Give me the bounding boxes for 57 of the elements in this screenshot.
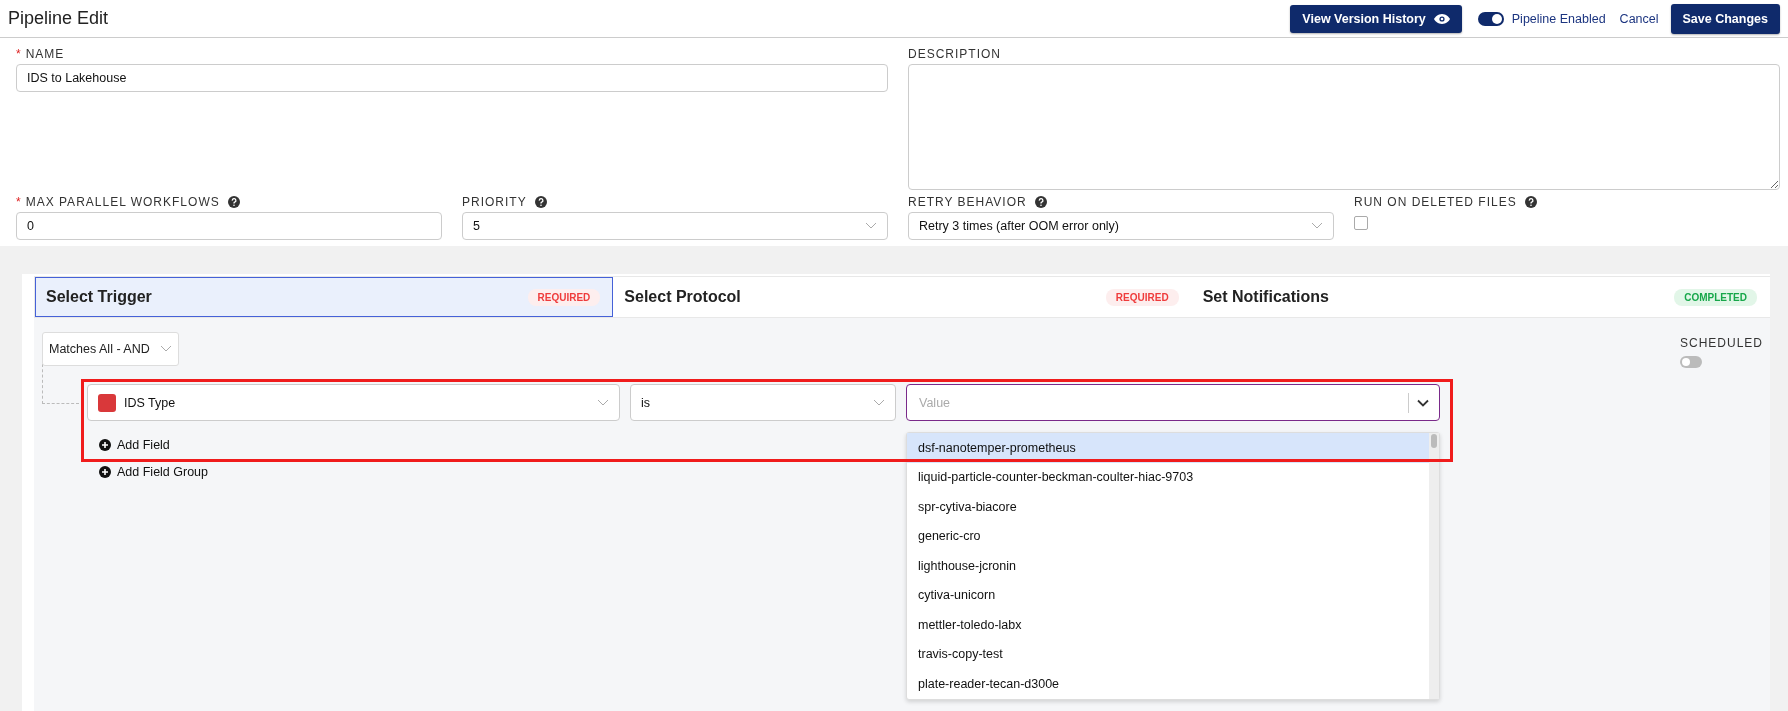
required-asterisk: * — [16, 195, 22, 209]
run-on-deleted-checkbox[interactable] — [1354, 216, 1368, 230]
dropdown-option[interactable]: spr-cytiva-biacore — [907, 492, 1429, 522]
max-parallel-workflows-input[interactable]: 0 — [16, 212, 442, 240]
operator-select[interactable]: is — [630, 384, 896, 421]
view-version-history-button[interactable]: View Version History — [1290, 4, 1462, 33]
help-icon[interactable] — [534, 196, 547, 208]
dropdown-option[interactable]: liquid-particle-counter-beckman-coulter-hiac-9703 — [907, 462, 1429, 492]
step-tab[interactable]: Select Protocol REQUIRED — [613, 277, 1192, 317]
help-icon[interactable] — [227, 196, 240, 208]
field-label: RETRY BEHAVIOR — [908, 195, 1027, 209]
plus-circle-icon — [99, 439, 111, 451]
step-tab[interactable]: Select Trigger REQUIRED — [35, 277, 614, 317]
dropdown-option[interactable]: generic-cro — [907, 521, 1429, 551]
plus-circle-icon — [99, 466, 111, 478]
value-combobox[interactable]: Value — [906, 384, 1440, 421]
eye-icon — [1433, 13, 1450, 24]
scheduled-label: SCHEDULED — [1680, 336, 1760, 350]
chevron-down-icon — [865, 222, 877, 230]
scrollbar[interactable] — [1429, 433, 1439, 699]
match-mode-select[interactable]: Matches All - AND — [42, 332, 179, 366]
pipeline-enabled-label: Pipeline Enabled — [1511, 11, 1606, 26]
chevron-down-icon — [159, 345, 172, 353]
status-badge: COMPLETED — [1674, 288, 1757, 306]
dropdown-option[interactable]: cytiva-unicorn — [907, 580, 1429, 610]
dropdown-option[interactable]: lighthouse-jcronin — [907, 551, 1429, 581]
step-tab[interactable]: Set Notifications COMPLETED — [1191, 277, 1770, 317]
field-label: RUN ON DELETED FILES — [1354, 195, 1517, 209]
dropdown-option[interactable]: travis-copy-test — [907, 639, 1429, 669]
chevron-down-icon — [1417, 398, 1429, 407]
dropdown-option[interactable]: mettler-toledo-labx — [907, 610, 1429, 640]
field-label: NAME — [25, 47, 65, 61]
field-label: PRIORITY — [462, 195, 527, 209]
help-icon[interactable] — [1524, 196, 1537, 208]
dropdown-option[interactable]: plate-reader-tecan-d300e — [907, 669, 1429, 699]
field-label: MAX PARALLEL WORKFLOWS — [25, 195, 220, 209]
chevron-down-icon — [873, 398, 885, 407]
required-asterisk: * — [16, 47, 22, 61]
status-badge: REQUIRED — [527, 288, 601, 306]
pipeline-enabled-toggle[interactable] — [1477, 11, 1504, 26]
chevron-down-icon — [597, 398, 609, 407]
add-field-group-button[interactable]: Add Field Group — [99, 462, 209, 482]
cancel-link[interactable]: Cancel — [1619, 11, 1659, 26]
scheduled-toggle[interactable] — [1680, 356, 1702, 368]
status-badge: REQUIRED — [1105, 288, 1179, 306]
chevron-down-icon — [1311, 222, 1323, 230]
add-field-button[interactable]: Add Field — [99, 435, 170, 455]
field-select[interactable]: IDS Type — [87, 384, 620, 421]
help-icon[interactable] — [1034, 196, 1047, 208]
save-changes-button[interactable]: Save Changes — [1670, 3, 1780, 34]
page-title: Pipeline Edit — [8, 8, 109, 29]
connector-line — [42, 364, 79, 404]
field-label: DESCRIPTION — [908, 47, 1001, 61]
select-field[interactable]: 5 — [462, 212, 888, 240]
select-field[interactable]: Retry 3 times (after OOM error only) — [908, 212, 1334, 240]
name-input[interactable]: IDS to Lakehouse — [16, 64, 888, 92]
value-input[interactable]: Value — [917, 394, 1400, 411]
